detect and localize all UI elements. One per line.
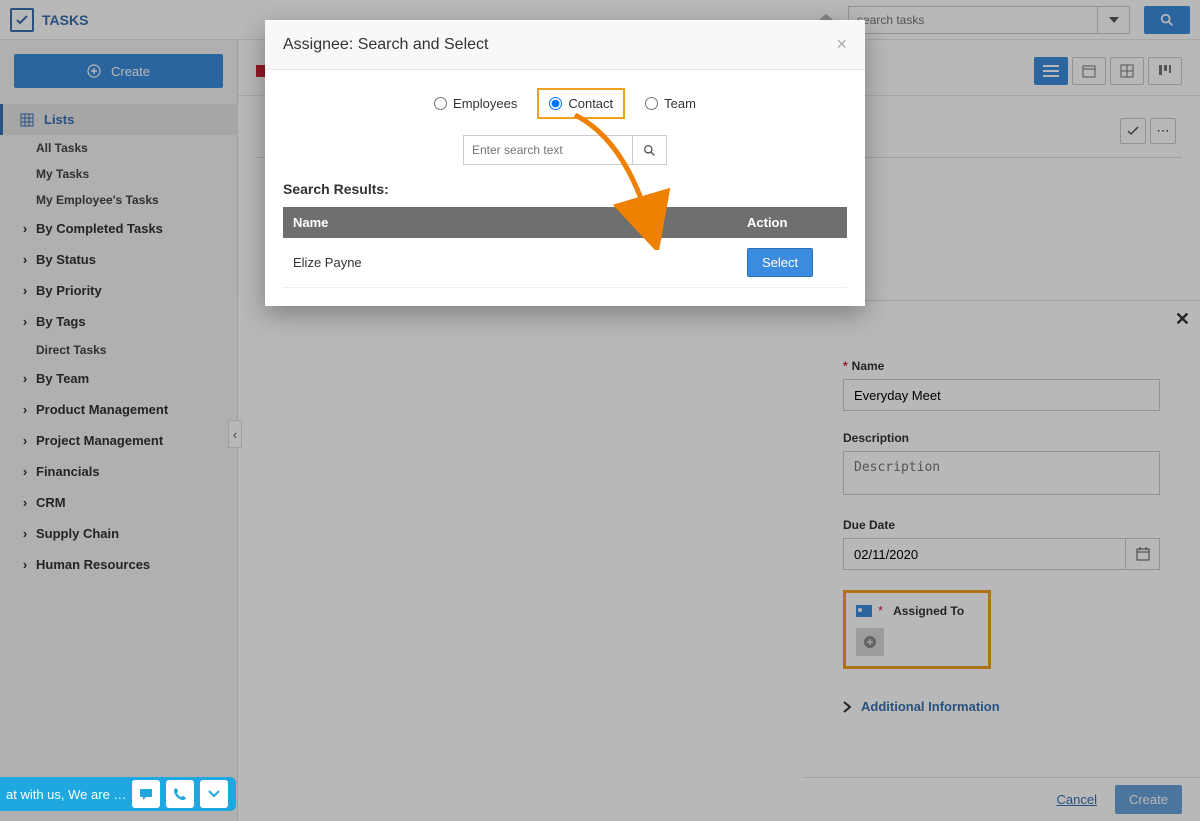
radio-label: Contact: [568, 96, 613, 111]
radio-team-input[interactable]: [645, 97, 658, 110]
modal-search-input[interactable]: [463, 135, 633, 165]
modal-close-button[interactable]: ×: [836, 34, 847, 55]
modal-header: Assignee: Search and Select ×: [265, 20, 865, 70]
modal-search-button[interactable]: [633, 135, 667, 165]
select-button[interactable]: Select: [747, 248, 813, 277]
cell-name: Elize Payne: [283, 238, 737, 288]
radio-contact[interactable]: Contact: [537, 88, 625, 119]
modal-title: Assignee: Search and Select: [283, 36, 488, 54]
assignee-type-radios: Employees Contact Team: [283, 88, 847, 119]
radio-label: Team: [664, 96, 696, 111]
radio-label: Employees: [453, 96, 517, 111]
col-action: Action: [737, 207, 847, 238]
radio-employees[interactable]: Employees: [434, 96, 517, 111]
chat-phone-icon[interactable]: [166, 780, 194, 808]
chat-collapse-icon[interactable]: [200, 780, 228, 808]
radio-employees-input[interactable]: [434, 97, 447, 110]
assignee-modal: Assignee: Search and Select × Employees …: [265, 20, 865, 306]
results-table: Name Action Elize Payne Select: [283, 207, 847, 288]
col-name: Name: [283, 207, 737, 238]
search-icon: [643, 144, 656, 157]
chat-message-icon[interactable]: [132, 780, 160, 808]
radio-team[interactable]: Team: [645, 96, 696, 111]
search-results-label: Search Results:: [283, 181, 847, 197]
modal-search-row: [283, 135, 847, 165]
table-row: Elize Payne Select: [283, 238, 847, 288]
chat-text: at with us, We are …: [6, 787, 126, 802]
modal-body: Employees Contact Team Search Results: N…: [265, 70, 865, 306]
radio-contact-input[interactable]: [549, 97, 562, 110]
chat-widget[interactable]: at with us, We are …: [0, 777, 236, 811]
